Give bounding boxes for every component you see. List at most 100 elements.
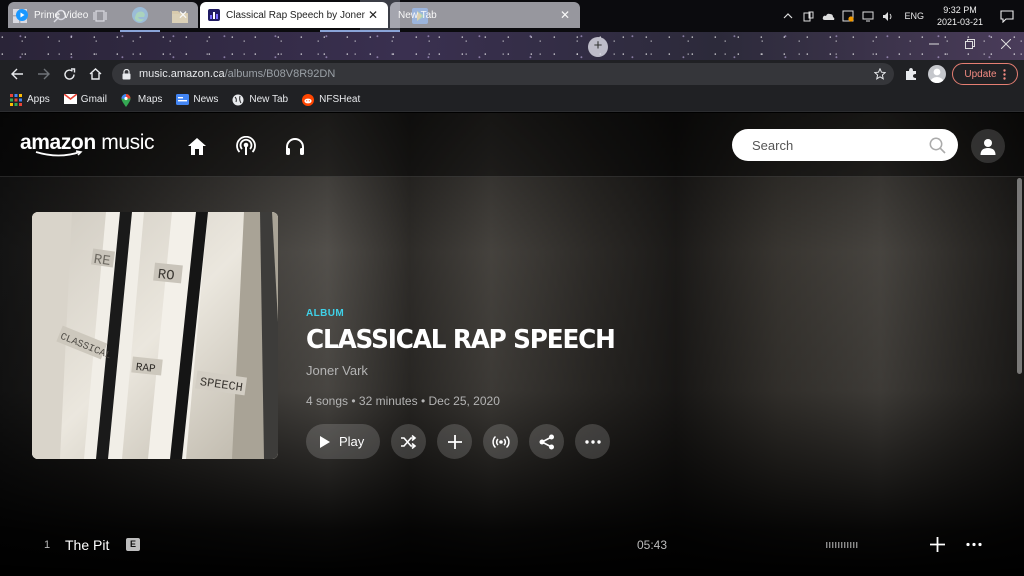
amazon-smile-icon bbox=[35, 150, 83, 157]
tab-classical-rap-speech[interactable]: Classical Rap Speech by Joner Va ✕ bbox=[200, 2, 388, 28]
profile-avatar[interactable] bbox=[928, 65, 946, 83]
security-icon[interactable] bbox=[838, 0, 858, 32]
system-tray: ENG 9:32 PM 2021-03-21 bbox=[778, 0, 1024, 32]
bookmark-star-icon[interactable] bbox=[874, 68, 886, 80]
chevron-up-icon[interactable] bbox=[778, 0, 798, 32]
gmail-icon bbox=[63, 93, 77, 106]
shuffle-icon bbox=[400, 434, 417, 449]
bookmark-label: Apps bbox=[27, 94, 50, 105]
app-header: amazon music bbox=[0, 113, 1024, 177]
phone-link-icon[interactable] bbox=[798, 0, 818, 32]
minimize-icon[interactable] bbox=[916, 32, 952, 56]
bookmark-label: New Tab bbox=[249, 94, 289, 105]
notification-icon[interactable] bbox=[990, 9, 1024, 23]
prime-video-icon bbox=[16, 9, 28, 21]
bookmark-apps[interactable]: Apps bbox=[10, 93, 50, 106]
bookmark-gmail[interactable]: Gmail bbox=[63, 93, 107, 106]
url-path: /albums/B08V8R92DN bbox=[224, 68, 336, 80]
apps-grid-icon bbox=[10, 93, 22, 106]
album-art-word-re: RE bbox=[93, 252, 112, 270]
bookmark-maps[interactable]: Maps bbox=[121, 93, 163, 107]
album-actions: Play bbox=[306, 424, 621, 459]
volume-icon[interactable] bbox=[878, 0, 898, 32]
back-icon[interactable] bbox=[4, 60, 30, 88]
taskbar-clock[interactable]: 9:32 PM 2021-03-21 bbox=[930, 4, 990, 28]
bookmark-new-tab[interactable]: New Tab bbox=[232, 94, 288, 106]
more-options-button[interactable] bbox=[575, 424, 611, 459]
amazon-music-page: amazon music Search RE RO CLASSICAL RAP … bbox=[0, 113, 1024, 576]
search-icon[interactable] bbox=[929, 137, 946, 154]
address-bar[interactable]: music.amazon.ca/albums/B08V8R92DN bbox=[112, 63, 894, 85]
tab-title: New Tab bbox=[398, 9, 437, 21]
album-art-word-rap: RAP bbox=[135, 362, 156, 376]
release-date: Dec 25, 2020 bbox=[428, 394, 500, 408]
song-count: 4 songs bbox=[306, 394, 349, 408]
maps-pin-icon bbox=[121, 93, 133, 107]
broadcast-icon bbox=[492, 435, 510, 449]
onedrive-icon[interactable] bbox=[818, 0, 838, 32]
close-icon[interactable]: ✕ bbox=[366, 8, 380, 22]
headphones-icon[interactable] bbox=[282, 133, 308, 159]
bookmark-news[interactable]: News bbox=[176, 93, 218, 106]
bookmark-label: Gmail bbox=[80, 94, 107, 105]
album-info: 4 songs • 32 minutes • Dec 25, 2020 bbox=[306, 394, 500, 408]
shuffle-button[interactable] bbox=[391, 424, 427, 459]
update-button[interactable]: Update bbox=[952, 63, 1018, 85]
language-indicator[interactable]: ENG bbox=[898, 11, 930, 21]
album-details: ALBUM CLASSICAL RAP SPEECH Joner Vark 4 … bbox=[306, 308, 806, 408]
podcast-icon[interactable] bbox=[233, 133, 259, 159]
page-scrollbar[interactable] bbox=[1017, 178, 1022, 374]
update-label: Update bbox=[964, 68, 997, 80]
reload-icon[interactable] bbox=[56, 60, 82, 88]
home-icon[interactable] bbox=[184, 133, 210, 159]
play-label: Play bbox=[339, 434, 365, 449]
album-type-label: ALBUM bbox=[306, 308, 345, 319]
track-add-icon[interactable] bbox=[930, 537, 945, 552]
more-horizontal-icon bbox=[585, 439, 601, 444]
url-host: music.amazon.ca bbox=[139, 68, 225, 80]
station-button[interactable] bbox=[483, 424, 519, 459]
tab-prime-video[interactable]: Prime Video ✕ bbox=[8, 2, 198, 28]
album-art-word-ro: RO bbox=[157, 267, 175, 285]
album-cover[interactable]: RE RO CLASSICAL RAP SPEECH bbox=[32, 212, 278, 459]
track-row[interactable]: 1 The Pit E 05:43 bbox=[0, 528, 1024, 562]
network-icon[interactable] bbox=[858, 0, 878, 32]
track-title[interactable]: The Pit bbox=[65, 537, 109, 553]
home-button-icon[interactable] bbox=[82, 60, 108, 88]
track-more-icon[interactable] bbox=[966, 537, 982, 552]
reddit-icon bbox=[302, 93, 315, 106]
tab-new-tab[interactable]: New Tab ✕ bbox=[390, 2, 580, 28]
play-button[interactable]: Play bbox=[306, 424, 381, 459]
bookmark-label: NFSHeat bbox=[319, 94, 361, 105]
bookmark-label: Maps bbox=[137, 94, 163, 105]
track-duration: 05:43 bbox=[637, 538, 668, 552]
album-title: CLASSICAL RAP SPEECH bbox=[306, 325, 616, 355]
explicit-badge: E bbox=[126, 538, 140, 551]
globe-icon bbox=[232, 94, 244, 106]
album-duration: 32 minutes bbox=[358, 394, 418, 408]
play-icon bbox=[320, 435, 330, 448]
news-icon bbox=[176, 93, 190, 106]
extensions-icon[interactable] bbox=[904, 67, 918, 81]
lock-icon[interactable] bbox=[122, 68, 131, 80]
new-tab-button[interactable]: + bbox=[588, 37, 608, 57]
artist-link[interactable]: Joner Vark bbox=[306, 363, 806, 378]
amazon-music-logo[interactable]: amazon music bbox=[20, 131, 154, 157]
restore-icon[interactable] bbox=[952, 32, 988, 56]
track-waveform-icon bbox=[826, 542, 860, 548]
forward-icon[interactable] bbox=[30, 60, 56, 88]
bookmarks-bar: Apps Gmail Maps News New Tab NFSHeat bbox=[0, 88, 1024, 112]
clock-date: 2021-03-21 bbox=[936, 17, 984, 27]
search-box[interactable] bbox=[732, 129, 958, 161]
close-icon[interactable]: ✕ bbox=[176, 8, 190, 22]
close-icon[interactable]: ✕ bbox=[558, 8, 572, 22]
more-vert-icon bbox=[1002, 68, 1006, 80]
add-to-library-button[interactable] bbox=[437, 424, 473, 459]
bookmark-nfsheat[interactable]: NFSHeat bbox=[302, 93, 361, 106]
browser-tabstrip bbox=[0, 32, 1024, 60]
user-account-icon[interactable] bbox=[971, 129, 1005, 163]
share-button[interactable] bbox=[529, 424, 565, 459]
share-icon bbox=[539, 434, 555, 450]
window-close-icon[interactable] bbox=[988, 32, 1024, 56]
search-input[interactable] bbox=[752, 137, 929, 153]
